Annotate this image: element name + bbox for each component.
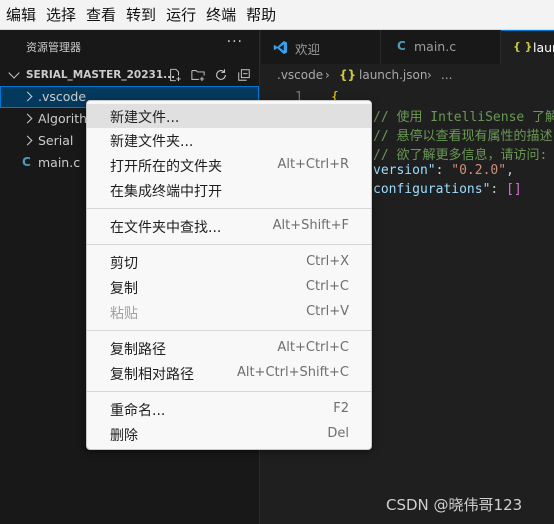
menu-terminal[interactable]: 终端 — [206, 4, 236, 25]
tree-item-label: Algorith — [38, 111, 88, 126]
menu-item-new-folder[interactable]: 新建文件夹... — [87, 128, 371, 152]
menu-item-find-in-folder[interactable]: 在文件夹中查找... Alt+Shift+F — [87, 214, 371, 238]
tab-main-c[interactable]: C main.c — [381, 30, 501, 64]
menu-run[interactable]: 运行 — [166, 4, 196, 25]
tab-label: launc — [533, 40, 554, 55]
menu-item-shortcut: Alt+Ctrl+Shift+C — [236, 365, 349, 380]
chevron-right-icon — [22, 113, 33, 124]
new-folder-icon[interactable] — [191, 68, 205, 82]
menu-item-shortcut: Alt+Ctrl+R — [277, 157, 349, 172]
menu-separator — [87, 391, 371, 392]
c-file-icon: C — [397, 39, 406, 53]
json-file-icon: {} — [339, 68, 357, 82]
menu-help[interactable]: 帮助 — [246, 4, 276, 25]
tab-label: 欢迎 — [295, 42, 321, 57]
menu-item-shortcut: Ctrl+X — [306, 254, 349, 269]
menu-item-label: 剪切 — [110, 256, 138, 272]
menu-item-reveal-in-folder[interactable]: 打开所在的文件夹 Alt+Ctrl+R — [87, 153, 371, 177]
context-menu: 新建文件... 新建文件夹... 打开所在的文件夹 Alt+Ctrl+R 在集成… — [86, 100, 372, 450]
menu-item-shortcut: Alt+Ctrl+C — [277, 340, 349, 355]
menu-view[interactable]: 查看 — [86, 4, 116, 25]
menu-separator — [87, 330, 371, 331]
comment-text: // 悬停以查看现有属性的描述 — [373, 129, 553, 144]
explorer-title: 资源管理器 — [26, 41, 81, 54]
menu-item-label: 复制路径 — [110, 342, 166, 358]
chevron-down-icon — [8, 67, 20, 79]
tree-item-label: main.c — [38, 155, 81, 170]
code-version-line: version": "0.2.0", — [373, 163, 514, 182]
breadcrumb-separator: › — [325, 68, 330, 82]
menu-go[interactable]: 转到 — [126, 4, 156, 25]
json-string: "0.2.0" — [451, 163, 507, 178]
code-comment: // 欲了解更多信息，请访问: — [373, 144, 547, 163]
json-colon: : — [435, 163, 452, 178]
menu-bar: 编辑 选择 查看 转到 运行 终端 帮助 — [0, 0, 554, 30]
collapse-all-icon[interactable] — [237, 68, 251, 82]
json-comma: , — [506, 163, 514, 178]
menu-item-label: 新建文件夹... — [110, 134, 194, 150]
menu-item-paste: 粘贴 Ctrl+V — [87, 300, 371, 324]
watermark: CSDN @晓伟哥123 — [386, 496, 523, 514]
menu-item-shortcut: F2 — [333, 401, 349, 416]
menu-separator — [87, 208, 371, 209]
chevron-right-icon — [22, 135, 33, 146]
breadcrumb-more[interactable]: ... — [441, 68, 452, 82]
code-comment: // 悬停以查看现有属性的描述 — [373, 125, 552, 144]
menu-item-label: 粘贴 — [110, 306, 138, 322]
breadcrumb-file[interactable]: launch.json — [359, 68, 427, 82]
workspace-folder-name: SERIAL_MASTER_20231... — [26, 69, 176, 81]
menu-edit[interactable]: 编辑 — [6, 4, 36, 25]
menu-item-label: 删除 — [110, 428, 138, 444]
menu-separator — [87, 244, 371, 245]
menu-selection[interactable]: 选择 — [46, 4, 76, 25]
breadcrumb-folder[interactable]: .vscode — [277, 68, 323, 82]
menu-item-label: 复制相对路径 — [110, 367, 194, 383]
more-actions-icon[interactable]: ··· — [227, 34, 243, 50]
editor-tabs: 欢迎 C main.c { } launc — [261, 30, 554, 64]
menu-item-open-in-terminal[interactable]: 在集成终端中打开 — [87, 178, 371, 202]
menu-item-label: 复制 — [110, 281, 138, 297]
menu-item-copy[interactable]: 复制 Ctrl+C — [87, 275, 371, 299]
tree-item-label: .vscode — [38, 89, 87, 104]
menu-item-label: 重命名... — [110, 403, 166, 419]
menu-item-label: 在集成终端中打开 — [110, 184, 222, 200]
json-array: [] — [506, 182, 522, 197]
refresh-icon[interactable] — [214, 68, 228, 82]
json-key: configurations" — [373, 182, 491, 197]
vscode-logo-icon — [273, 40, 288, 55]
breadcrumb-separator: › — [427, 68, 432, 82]
menu-item-shortcut: Ctrl+C — [305, 279, 349, 294]
tab-label: main.c — [414, 39, 457, 54]
menu-item-label: 新建文件... — [110, 110, 180, 126]
new-file-icon[interactable] — [168, 68, 182, 82]
menu-item-shortcut: Alt+Shift+F — [272, 218, 349, 233]
comment-text: // 使用 IntelliSense 了解 — [373, 110, 554, 125]
menu-item-delete[interactable]: 删除 Del — [87, 422, 371, 446]
tab-launch-json[interactable]: { } launc — [501, 30, 554, 64]
menu-item-cut[interactable]: 剪切 Ctrl+X — [87, 250, 371, 274]
tree-item-label: Serial — [38, 133, 74, 148]
menu-item-rename[interactable]: 重命名... F2 — [87, 397, 371, 421]
json-file-icon: { } — [513, 40, 533, 53]
menu-item-label: 打开所在的文件夹 — [110, 159, 222, 175]
code-comment: // 使用 IntelliSense 了解 — [373, 106, 554, 125]
menu-item-shortcut: Del — [327, 426, 349, 441]
menu-item-label: 在文件夹中查找... — [110, 220, 222, 236]
breadcrumb: .vscode › {} launch.json › ... — [261, 64, 554, 86]
json-colon: : — [490, 182, 507, 197]
json-key: version" — [373, 163, 436, 178]
comment-text: // 欲了解更多信息，请访问: — [373, 148, 548, 163]
menu-item-new-file[interactable]: 新建文件... — [87, 104, 371, 128]
menu-item-copy-path[interactable]: 复制路径 Alt+Ctrl+C — [87, 336, 371, 360]
menu-item-shortcut: Ctrl+V — [306, 304, 349, 319]
code-configurations-line: configurations": [] — [373, 182, 522, 201]
tab-welcome[interactable]: 欢迎 — [261, 30, 381, 64]
menu-item-copy-relative-path[interactable]: 复制相对路径 Alt+Ctrl+Shift+C — [87, 361, 371, 385]
c-file-icon: C — [22, 155, 31, 169]
chevron-right-icon — [22, 91, 33, 102]
